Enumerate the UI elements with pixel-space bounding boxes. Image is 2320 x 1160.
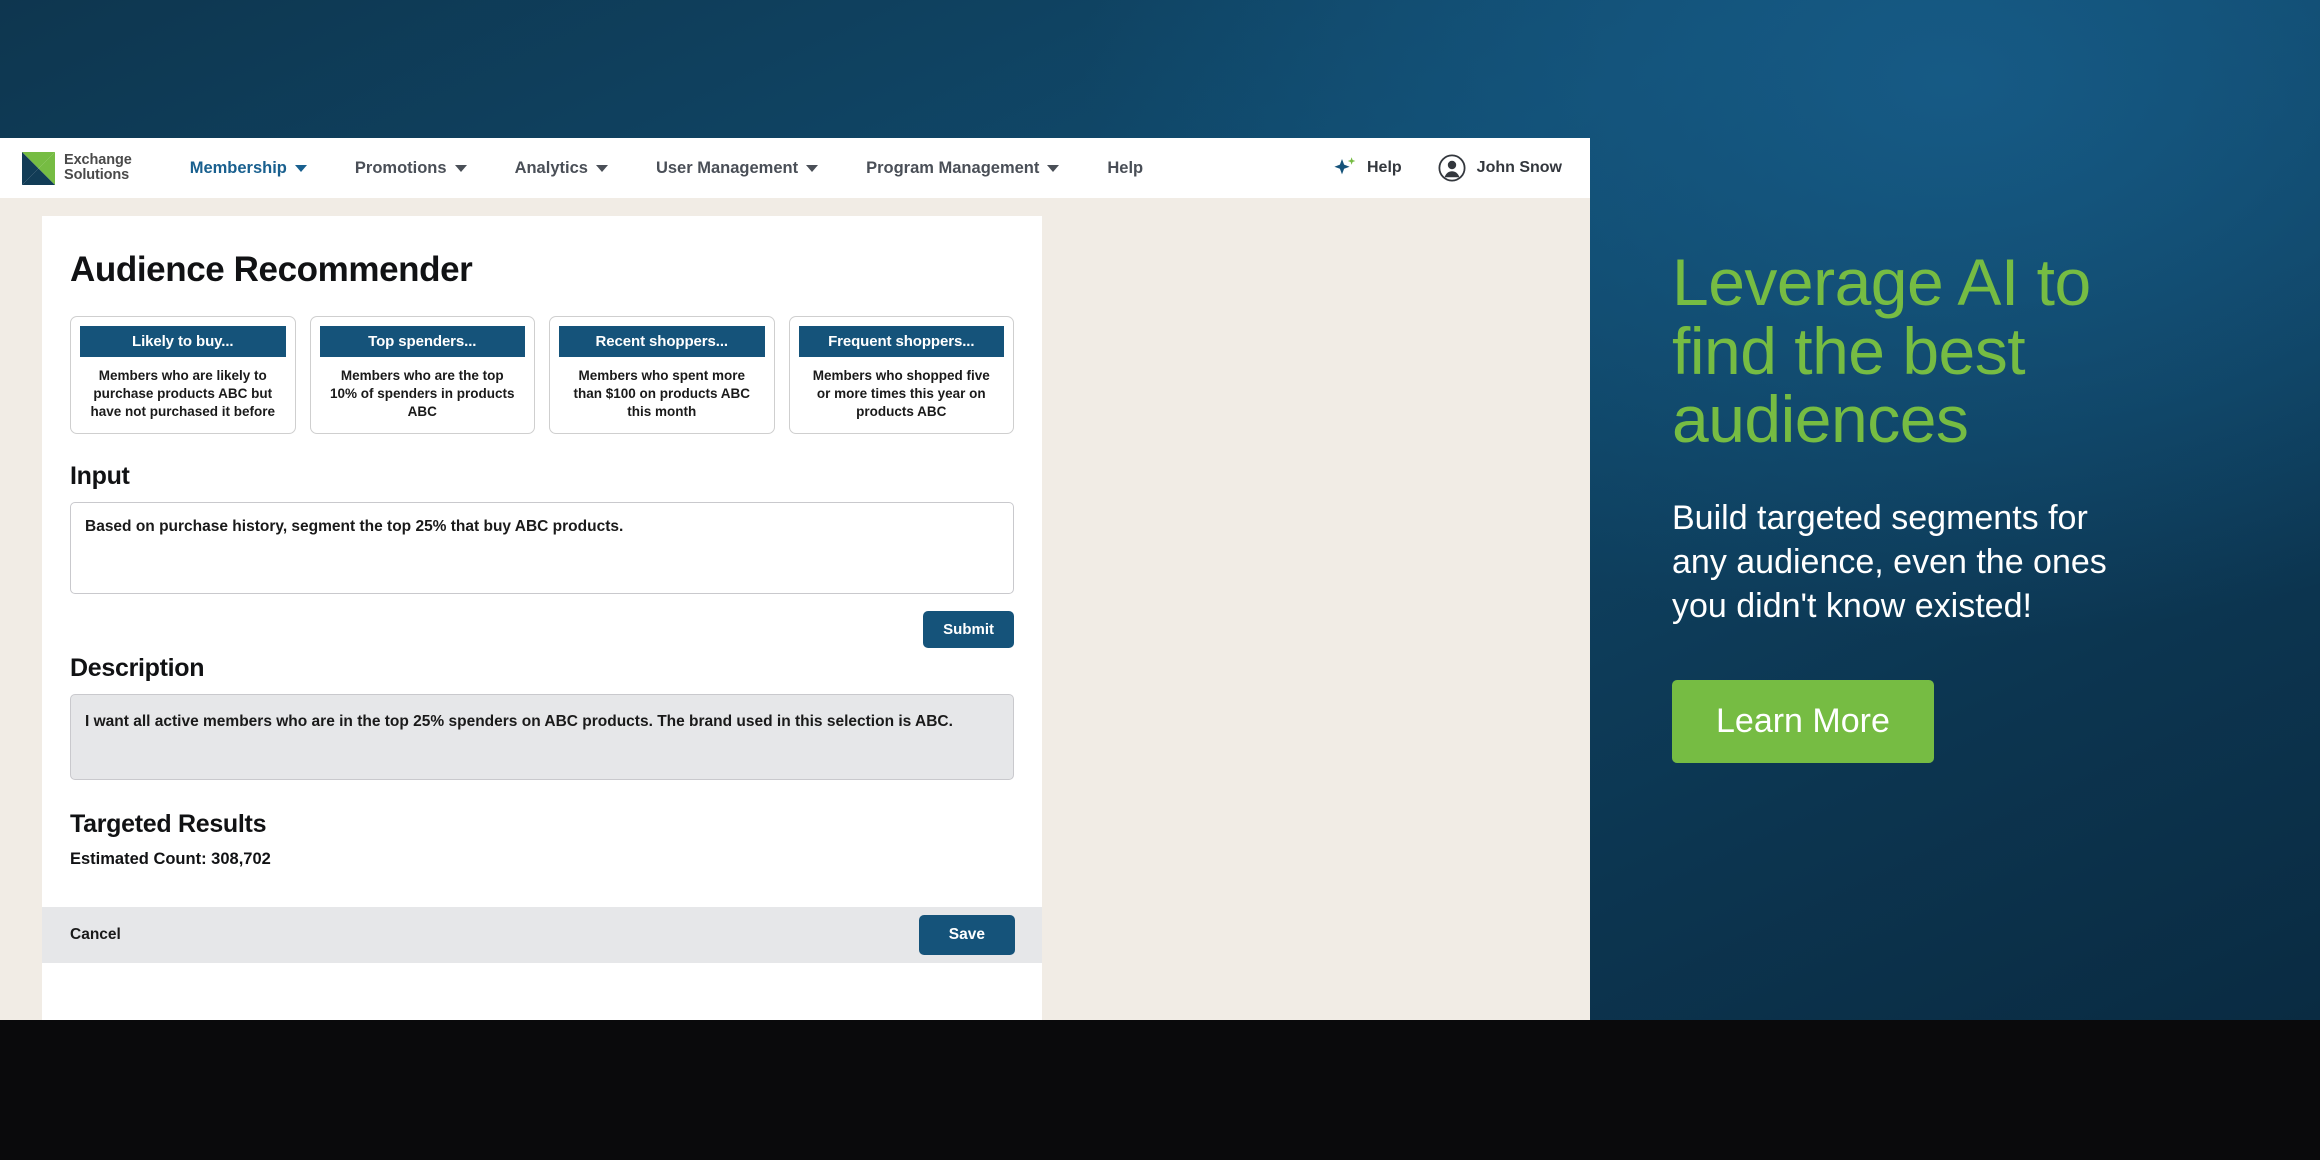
- suggestion-card-description: Members who are likely to purchase produ…: [90, 368, 276, 419]
- nav-item-user-management[interactable]: User Management: [632, 138, 842, 198]
- suggestion-card-frequent-shoppers[interactable]: Frequent shoppers... Members who shopped…: [788, 316, 1014, 435]
- ai-sparkle-icon: [1334, 157, 1356, 175]
- top-navbar: Exchange Solutions Membership Promotions…: [0, 138, 1590, 198]
- nav-item-label: Membership: [189, 158, 287, 177]
- nav-item-promotions[interactable]: Promotions: [331, 138, 491, 198]
- application-window: Exchange Solutions Membership Promotions…: [0, 138, 1590, 1020]
- submit-button[interactable]: Submit: [923, 611, 1014, 649]
- nav-item-label: Analytics: [514, 158, 588, 177]
- nav-item-label: Program Management: [866, 158, 1040, 177]
- promo-heading: Leverage AI to find the best audiences: [1672, 245, 2091, 457]
- page-title: Audience Recommender: [70, 250, 473, 289]
- chevron-down-icon: [595, 164, 608, 172]
- nav-items: Membership Promotions Analytics User Man…: [166, 138, 1167, 198]
- nav-item-label: Help: [1107, 158, 1144, 177]
- suggestion-card-title: Frequent shoppers...: [798, 326, 1004, 357]
- suggestion-card-description: Members who shopped five or more times t…: [812, 368, 990, 419]
- brand-logo-text: Exchange Solutions: [64, 151, 132, 183]
- input-section-label: Input: [70, 462, 130, 491]
- nav-item-help[interactable]: Help: [1083, 138, 1167, 198]
- user-menu[interactable]: John Snow: [1420, 154, 1568, 182]
- form-footer-bar: Cancel Save: [42, 907, 1042, 964]
- nav-item-label: User Management: [655, 158, 799, 177]
- estimated-count-value: Estimated Count: 308,702: [70, 850, 271, 869]
- suggestion-card-title: Likely to buy...: [80, 326, 286, 357]
- submit-row: Submit: [70, 611, 1014, 649]
- ai-help-button[interactable]: Help: [1314, 155, 1420, 181]
- targeted-results-label: Targeted Results: [70, 810, 267, 839]
- nav-item-analytics[interactable]: Analytics: [491, 138, 632, 198]
- suggestion-card-title: Top spenders...: [319, 326, 525, 357]
- user-name-label: John Snow: [1476, 159, 1562, 176]
- chevron-down-icon: [806, 164, 819, 172]
- nav-item-program-management[interactable]: Program Management: [842, 138, 1083, 198]
- page-area: Audience Recommender Likely to buy... Me…: [0, 198, 1590, 1020]
- suggestion-card-description: Members who spent more than $100 on prod…: [573, 368, 751, 419]
- learn-more-button[interactable]: Learn More: [1672, 680, 1934, 764]
- screen-root: Leverage AI to find the best audiences B…: [0, 0, 2320, 1160]
- suggestion-cards: Likely to buy... Members who are likely …: [70, 316, 1014, 435]
- chevron-down-icon: [454, 164, 467, 172]
- nav-item-membership[interactable]: Membership: [166, 138, 331, 198]
- brand-logo[interactable]: Exchange Solutions: [22, 151, 132, 185]
- suggestion-card-likely-to-buy[interactable]: Likely to buy... Members who are likely …: [70, 316, 296, 435]
- targeted-results-block: Targeted Results Estimated Count: 308,70…: [70, 810, 1014, 869]
- suggestion-card-description: Members who are the top 10% of spenders …: [329, 368, 515, 419]
- suggestion-card-title: Recent shoppers...: [559, 326, 765, 357]
- chevron-down-icon: [294, 164, 307, 172]
- chevron-down-icon: [1047, 164, 1060, 172]
- navbar-right-group: Help John Snow: [1314, 154, 1568, 182]
- promo-subtext: Build targeted segments for any audience…: [1672, 498, 2107, 626]
- audience-input-field[interactable]: [70, 502, 1014, 595]
- cancel-button[interactable]: Cancel: [70, 920, 121, 950]
- nav-item-label: Promotions: [354, 158, 447, 177]
- suggestion-card-recent-shoppers[interactable]: Recent shoppers... Members who spent mor…: [549, 316, 775, 435]
- description-section-label: Description: [70, 654, 205, 683]
- user-avatar-icon: [1438, 154, 1466, 182]
- promo-panel: Leverage AI to find the best audiences B…: [1672, 245, 2272, 764]
- ai-help-label: Help: [1367, 159, 1402, 176]
- save-button[interactable]: Save: [918, 915, 1015, 956]
- suggestion-card-top-spenders[interactable]: Top spenders... Members who are the top …: [309, 316, 535, 435]
- description-readonly-box: I want all active members who are in the…: [70, 694, 1014, 781]
- content-panel: Audience Recommender Likely to buy... Me…: [42, 216, 1042, 1020]
- exchange-solutions-x-logo-icon: [22, 151, 55, 185]
